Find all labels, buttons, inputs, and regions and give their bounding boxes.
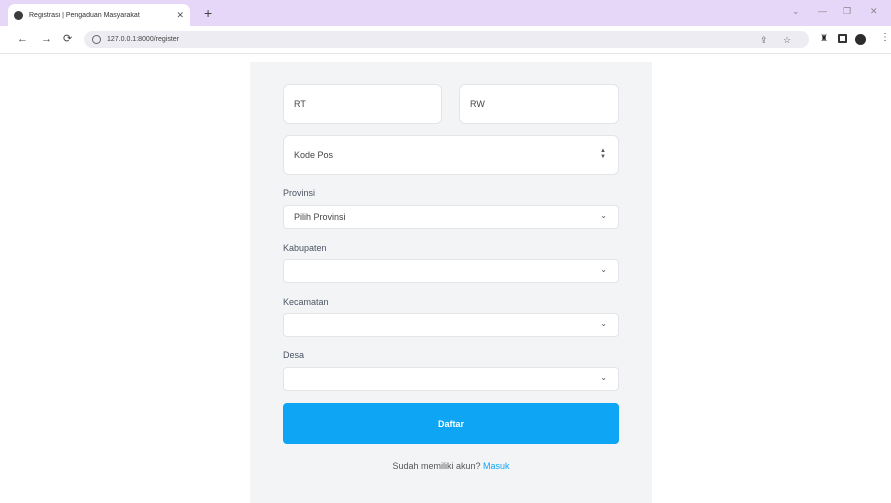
kabupaten-label: Kabupaten <box>283 243 327 253</box>
tab-title: Registrasi | Pengaduan Masyarakat <box>29 11 140 19</box>
profile-avatar[interactable] <box>855 34 866 45</box>
chevron-down-icon[interactable]: ⌄ <box>792 6 800 17</box>
kode-pos-input[interactable]: Kode Pos ▲ ▼ <box>283 135 619 175</box>
restore-button[interactable]: ❐ <box>843 6 851 17</box>
rw-placeholder: RW <box>470 99 485 109</box>
chevron-down-icon: ⌄ <box>600 211 607 220</box>
kabupaten-select[interactable]: ⌄ <box>283 259 619 283</box>
provinsi-label: Provinsi <box>283 188 316 198</box>
register-form-panel: RT RW Kode Pos ▲ ▼ Provinsi Pilih Provin… <box>250 62 652 503</box>
rt-placeholder: RT <box>294 99 306 109</box>
browser-tab[interactable]: Registrasi | Pengaduan Masyarakat ✕ <box>8 4 190 26</box>
chevron-down-icon: ⌄ <box>600 319 607 328</box>
star-icon[interactable]: ☆ <box>783 35 791 46</box>
info-icon[interactable] <box>92 35 101 44</box>
login-link[interactable]: Masuk <box>483 461 510 471</box>
rt-input[interactable]: RT <box>283 84 442 124</box>
share-icon[interactable]: ⇪ <box>760 35 768 46</box>
spinner-down-icon[interactable]: ▼ <box>600 154 606 160</box>
minimize-button[interactable]: — <box>818 6 827 16</box>
browser-toolbar: ← → ⟳ 127.0.0.1:8000/register ⇪ ☆ ♜ ⋮ <box>0 26 891 54</box>
rw-input[interactable]: RW <box>459 84 619 124</box>
reload-button[interactable]: ⟳ <box>63 33 72 45</box>
kecamatan-label: Kecamatan <box>283 297 329 307</box>
close-window-button[interactable]: ✕ <box>870 6 878 17</box>
close-tab-icon[interactable]: ✕ <box>176 10 184 21</box>
back-button[interactable]: ← <box>17 33 28 45</box>
number-spinner[interactable]: ▲ ▼ <box>600 148 606 160</box>
daftar-button[interactable]: Daftar <box>283 403 619 444</box>
url-text: 127.0.0.1:8000/register <box>107 36 179 43</box>
chevron-down-icon: ⌄ <box>600 265 607 274</box>
extensions-icon[interactable]: ♜ <box>820 33 830 43</box>
sidebar-icon[interactable] <box>838 34 847 43</box>
kecamatan-select[interactable]: ⌄ <box>283 313 619 337</box>
address-bar[interactable]: 127.0.0.1:8000/register ⇪ ☆ <box>84 31 809 48</box>
login-prompt-text: Sudah memiliki akun? <box>392 461 481 471</box>
login-prompt: Sudah memiliki akun? Masuk <box>250 461 652 471</box>
menu-icon[interactable]: ⋮ <box>880 32 890 43</box>
globe-icon <box>14 10 23 20</box>
desa-label: Desa <box>283 350 305 360</box>
new-tab-button[interactable]: + <box>204 5 212 21</box>
desa-select[interactable]: ⌄ <box>283 367 619 391</box>
browser-tab-bar: Registrasi | Pengaduan Masyarakat ✕ + ⌄ … <box>0 0 891 26</box>
kode-pos-placeholder: Kode Pos <box>294 150 334 160</box>
provinsi-select[interactable]: Pilih Provinsi ⌄ <box>283 205 619 229</box>
chevron-down-icon: ⌄ <box>600 373 607 382</box>
forward-button[interactable]: → <box>41 33 52 45</box>
provinsi-value: Pilih Provinsi <box>294 212 346 222</box>
